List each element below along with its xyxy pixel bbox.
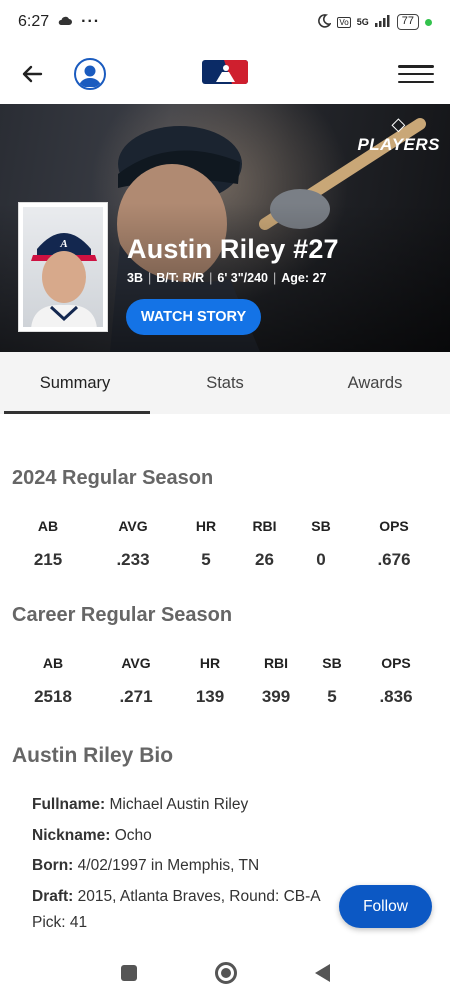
mlb-players-badge: ◇ PLAYERS: [357, 114, 440, 155]
bio-nickname-value: Ocho: [114, 826, 152, 844]
meta-divider: |: [273, 271, 277, 285]
meta-divider: |: [209, 271, 213, 285]
tab-bar: Summary Stats Awards: [0, 352, 450, 414]
more-notifications-icon: ···: [81, 13, 101, 30]
stat-value-sb: 0: [316, 550, 326, 569]
system-back-button[interactable]: [314, 964, 330, 982]
bio-born: Born: 4/02/1997 in Memphis, TN: [32, 851, 412, 882]
stat-header-ops: OPS: [379, 518, 409, 534]
stat-value-hr: 139: [195, 687, 225, 706]
stat-header-ab: AB: [37, 518, 59, 534]
battery-icon: 77: [396, 14, 419, 30]
stat-header-hr: HR: [195, 518, 217, 534]
stat-header-avg: AVG: [121, 655, 151, 671]
stat-value-rbi: 26: [255, 550, 274, 569]
career-stats-title: Career Regular Season: [12, 604, 233, 626]
stat-value-ops: .836: [379, 687, 413, 706]
player-meta: 3B | B/T: R/R | 6' 3"/240 | Age: 27: [127, 271, 326, 285]
player-bats-throws: B/T: R/R: [156, 271, 205, 285]
signal-icon: [374, 14, 391, 30]
bio-title: Austin Riley Bio: [12, 744, 174, 767]
stat-header-ops: OPS: [381, 655, 411, 671]
stat-header-avg: AVG: [118, 518, 148, 534]
stat-header-sb: SB: [322, 655, 342, 671]
stat-value-hr: 5: [201, 550, 211, 569]
stats-header-row: AB AVG HR RBI SB OPS: [0, 509, 450, 543]
stat-header-rbi: RBI: [252, 518, 277, 534]
stat-value-avg: .271: [119, 687, 153, 706]
player-position: 3B: [127, 271, 143, 285]
tab-awards[interactable]: Awards: [300, 352, 450, 414]
bio-draft-value: 2015, Atlanta Braves, Round: CB-A: [77, 887, 321, 905]
player-headshot: A: [18, 202, 108, 332]
status-bar: 6:27 ··· Vo 5G 77: [0, 0, 450, 44]
meta-divider: |: [147, 271, 152, 285]
headshot-figure: A: [31, 233, 97, 327]
arrow-left-icon: [22, 65, 43, 83]
bio-draft-label: Draft:: [32, 887, 74, 905]
career-stats-table: AB AVG HR RBI SB OPS 2518 .271 139 399 5…: [0, 646, 450, 714]
menu-line: [398, 72, 434, 76]
bio-nickname: Nickname: Ocho: [32, 821, 412, 852]
stat-value-ops: .676: [377, 550, 411, 569]
players-logo-icon: ◇: [391, 114, 406, 134]
bio-fullname-label: Fullname:: [32, 796, 106, 813]
stat-value-ab: 215: [33, 550, 63, 569]
network-type: 5G: [356, 17, 369, 27]
stats-header-row: AB AVG HR RBI SB OPS: [0, 646, 450, 680]
stat-header-hr: HR: [199, 655, 221, 671]
stats-value-row: 215 .233 5 26 0 .676: [0, 543, 450, 577]
stat-value-rbi: 399: [261, 687, 291, 706]
menu-line: [398, 80, 434, 83]
moon-icon: [317, 13, 333, 31]
player-hero: ◇ PLAYERS A Austin Riley #27 3B | B/T: R…: [0, 104, 450, 352]
player-name: Austin Riley #27: [127, 234, 339, 264]
back-button[interactable]: [16, 58, 48, 90]
follow-button[interactable]: Follow: [339, 885, 432, 928]
app-header: [0, 44, 450, 104]
stat-header-ab: AB: [42, 655, 64, 671]
bio-nickname-label: Nickname:: [32, 826, 111, 844]
home-button[interactable]: [214, 962, 237, 984]
battery-level: 77: [401, 15, 414, 27]
player-height-weight: 6' 3"/240: [217, 271, 269, 285]
system-nav-bar: [0, 946, 450, 1000]
privacy-indicator: [425, 18, 432, 26]
stat-value-avg: .233: [116, 550, 150, 569]
bio-born-value: 4/02/1997 in Memphis, TN: [77, 857, 260, 874]
tab-summary[interactable]: Summary: [0, 352, 150, 414]
bio-born-label: Born:: [32, 857, 74, 874]
status-time: 6:27: [18, 13, 50, 30]
mlb-logo[interactable]: [202, 60, 248, 84]
svg-text:A: A: [59, 238, 67, 250]
menu-line: [398, 65, 434, 68]
player-age: Age: 27: [281, 271, 327, 285]
hamburger-menu-button[interactable]: [398, 60, 434, 88]
stat-header-rbi: RBI: [263, 655, 289, 671]
user-icon: [79, 65, 101, 87]
tab-stats[interactable]: Stats: [150, 352, 300, 414]
recent-apps-button[interactable]: [120, 965, 137, 981]
stat-value-ab: 2518: [34, 687, 72, 706]
volte-icon: Vo: [337, 16, 351, 28]
profile-button[interactable]: [74, 58, 106, 90]
season-stats-table: AB AVG HR RBI SB OPS 215 .233 5 26 0 .67…: [0, 509, 450, 577]
headshot-image: A: [23, 207, 103, 327]
season-stats-title: 2024 Regular Season: [12, 467, 214, 489]
stat-value-sb: 5: [327, 687, 337, 706]
bio-fullname-value: Michael Austin Riley: [109, 796, 249, 813]
players-badge-text: PLAYERS: [357, 135, 440, 154]
bio-fullname: Fullname: Michael Austin Riley: [32, 790, 412, 821]
stat-header-sb: SB: [311, 518, 331, 534]
watch-story-button[interactable]: WATCH STORY: [126, 299, 261, 335]
cloud-icon: [57, 13, 73, 31]
stats-value-row: 2518 .271 139 399 5 .836: [0, 680, 450, 714]
